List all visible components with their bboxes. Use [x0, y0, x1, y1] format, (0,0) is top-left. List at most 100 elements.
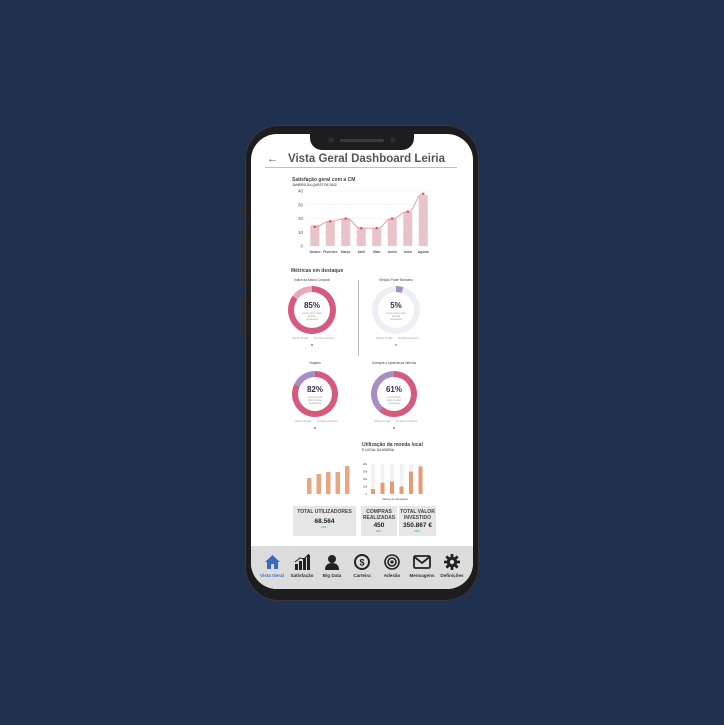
- camera-icon: [390, 137, 396, 143]
- y-tick-label: 0: [300, 244, 303, 249]
- donut-description: Lorem ipsum dolor sit amet consectetur: [302, 312, 322, 321]
- donut-hole: [298, 377, 332, 411]
- back-arrow-icon[interactable]: ←: [267, 153, 278, 165]
- kpi-value: 350.867 €: [403, 522, 432, 529]
- donut-title: Doenças e epidémicos infectos: [371, 361, 417, 365]
- kpi-label: TOTAL UTILIZADORES: [297, 509, 352, 515]
- y-tick-label: 20: [298, 216, 304, 221]
- bar: [341, 218, 351, 246]
- bar: [380, 482, 385, 494]
- x-tick-label: Fevereiro: [323, 250, 337, 254]
- nav-carteira[interactable]: $ Carteira: [347, 552, 377, 578]
- divider: [265, 167, 457, 168]
- phone-frame: ← Vista Geral Dashboard Leiria Satisfaçã…: [242, 125, 479, 601]
- bar: [418, 195, 428, 246]
- bar: [372, 228, 382, 246]
- user-icon: [317, 552, 347, 572]
- donut-legend-item: Períodos anteriores: [317, 420, 338, 423]
- bar: [335, 472, 340, 494]
- donut-description: Lorem ipsum dolor sit amet consectetur: [307, 396, 323, 405]
- donut-ring: 61% Lorem ipsum dolor sit amet consectetu…: [371, 371, 417, 417]
- line-point: [390, 217, 394, 220]
- bar: [345, 466, 350, 494]
- donut-title: Viagens: [309, 361, 321, 365]
- line-point: [313, 225, 317, 229]
- donut-value: 85%: [303, 301, 320, 310]
- donut-hole: [378, 292, 414, 328]
- nav-satisfacao[interactable]: Satisfação: [287, 552, 317, 578]
- page-dot: [311, 344, 313, 346]
- donut-title: Índice da Marca Corporal: [294, 278, 330, 282]
- line-point: [406, 210, 410, 213]
- donut-value: 5%: [390, 301, 402, 310]
- kpi-invested: TOTAL VALOR INVESTIDO 350.867 € +8% ↑: [399, 506, 436, 536]
- bar: [356, 228, 366, 246]
- nav-label: Satisfação: [290, 573, 314, 578]
- donut-legend-item: Últimos 30 dias: [295, 420, 312, 423]
- kpi-label: TOTAL VALOR INVESTIDO: [400, 509, 435, 521]
- kpi-delta: +8% ↑: [375, 530, 383, 533]
- bar: [418, 466, 423, 494]
- kpi-delta: +8% ↑: [320, 525, 329, 529]
- y-tick-label: 40: [298, 189, 304, 194]
- nav-label: Carteira: [353, 573, 371, 578]
- nav-big-data[interactable]: Big Data: [317, 552, 347, 578]
- x-tick-label: Março: [341, 250, 350, 254]
- line-point: [375, 226, 379, 230]
- bar: [316, 474, 321, 494]
- x-tick-label: Julho: [404, 250, 413, 254]
- page-dot: [393, 427, 395, 429]
- currency-subtitle: E LOCAL DA MOEDA: [362, 448, 395, 452]
- svg-text:$: $: [359, 558, 364, 568]
- nav-label: Definições: [440, 573, 464, 578]
- donut-legend-item: Períodos anteriores: [398, 337, 419, 340]
- x-tick-label: Abril: [358, 250, 365, 254]
- y-tick-label: 30: [298, 202, 304, 207]
- nav-definicoes[interactable]: Definições: [437, 552, 467, 578]
- y-tick-label: 10k: [363, 485, 368, 489]
- y-tick-label: 10: [298, 230, 304, 235]
- nav-label: Mensagens: [409, 573, 435, 578]
- page-dot: [314, 427, 316, 429]
- bar: [390, 481, 394, 494]
- side-button: [242, 205, 245, 219]
- donut-legend-item: Períodos anteriores: [314, 337, 335, 340]
- nav-label: Vista Geral: [260, 573, 284, 578]
- y-tick-label: 30k: [363, 470, 368, 474]
- line-point: [344, 217, 348, 220]
- currency-chart-right: 40k 30k 20k 10k 0 Valores de transações: [363, 462, 423, 501]
- bar: [307, 478, 312, 494]
- metrics-title: Métricas em destaque: [291, 268, 344, 274]
- camera-icon: [328, 137, 334, 143]
- donut-hole: [294, 292, 330, 328]
- x-tick-label: Maio: [373, 250, 380, 254]
- donut-value: 61%: [385, 385, 402, 394]
- kpi-total-users: TOTAL UTILIZADORES 68.564 +8% ↑: [293, 506, 356, 536]
- donut-description: Lorem ipsum dolor sit amet consectetur: [386, 396, 402, 405]
- nav-label: Adesão: [383, 573, 401, 578]
- currency-chart-left: [307, 466, 350, 494]
- satisfaction-chart: 0 10 20 30 40 Janeiro Fevereiro Março Abril Maio J…: [298, 189, 431, 254]
- page-dot: [395, 344, 397, 346]
- donut-description: Lorem ipsum dolor sit amet consectetur: [386, 312, 406, 321]
- x-tick-label: Agosto: [418, 250, 429, 254]
- app-screen: ← Vista Geral Dashboard Leiria Satisfaçã…: [251, 134, 473, 589]
- kpi-delta: +8% ↑: [413, 530, 422, 533]
- donut-legend-item: Últimos 30 dias: [376, 337, 393, 340]
- nav-vista-geral[interactable]: Vista Geral: [257, 552, 287, 578]
- nav-adesao[interactable]: Adesão: [377, 552, 407, 578]
- mail-icon: [407, 552, 437, 572]
- donut-ring: 82% Lorem ipsum dolor sit amet consectetu…: [292, 371, 338, 417]
- nav-mensagens[interactable]: Mensagens: [407, 552, 437, 578]
- x-tick-label: Janeiro: [309, 250, 320, 254]
- page-title: Vista Geral Dashboard Leiria: [288, 153, 446, 165]
- dollar-icon: $: [347, 552, 377, 572]
- bar: [326, 472, 331, 494]
- line-point: [359, 226, 363, 230]
- kpi-purchases: COMPRAS REALIZADAS 450 +8% ↑: [361, 506, 397, 536]
- bar: [409, 471, 413, 494]
- bar-chart-icon: [287, 552, 317, 572]
- donut-legend-item: Últimos 30 dias: [374, 420, 391, 423]
- x-tick-label: Junho: [387, 250, 397, 254]
- home-icon: [257, 552, 287, 572]
